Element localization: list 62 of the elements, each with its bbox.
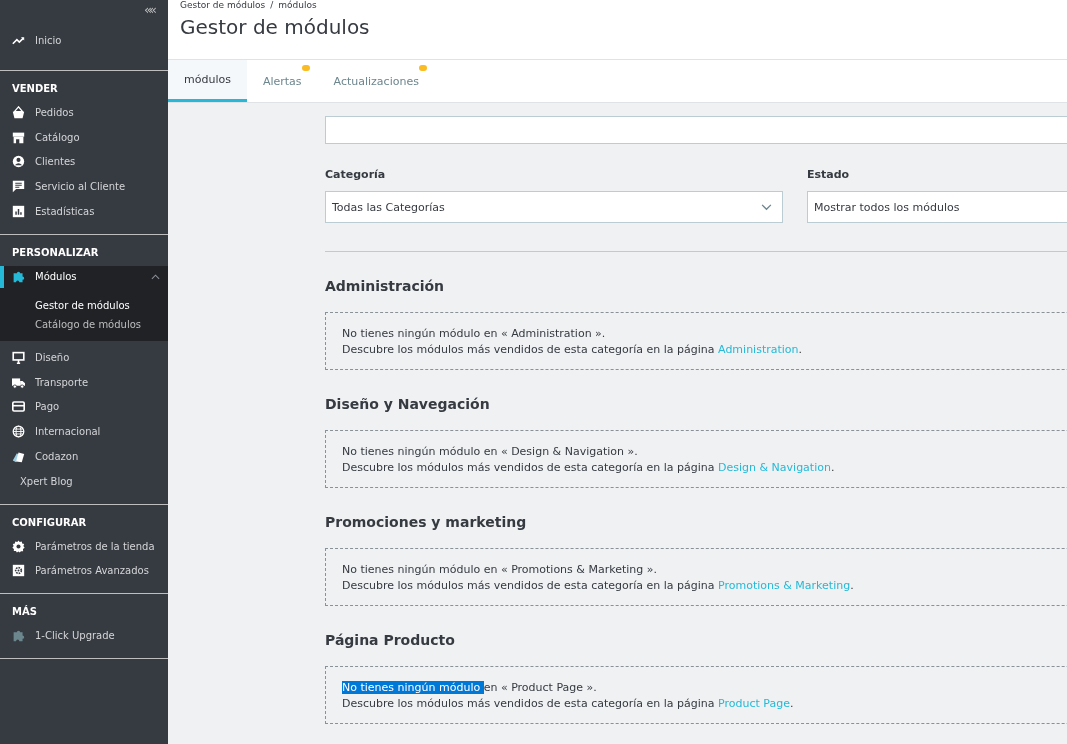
search-field[interactable]: [325, 116, 1067, 144]
submenu-item[interactable]: Catálogo de módulos: [0, 315, 168, 335]
breadcrumb-link[interactable]: Gestor de módulos: [180, 0, 266, 11]
truck-icon: [12, 375, 25, 389]
section-title: Diseño y Navegación: [325, 396, 491, 412]
empty-message: No tienes ningún módulo en « Product Page ».: [342, 681, 598, 694]
sidebar-item[interactable]: Clientes: [0, 149, 168, 175]
sidebar-item[interactable]: Catálogo: [0, 124, 168, 150]
sidebar-item[interactable]: Parámetros de la tienda: [0, 533, 168, 559]
section-title: Promociones y marketing: [325, 514, 528, 530]
tab[interactable]: módulos: [168, 60, 247, 102]
sidebar-heading: PERSONALIZAR: [11, 246, 100, 260]
user-icon: [12, 155, 25, 169]
filter-label: Estado: [807, 168, 851, 181]
sidebar-heading: MÁS: [11, 604, 38, 620]
sidebar-heading: CONFIGURAR: [11, 515, 88, 530]
sidebar-item[interactable]: Parámetros Avanzados: [0, 558, 168, 584]
sidebar-item[interactable]: Servicio al Cliente: [0, 174, 168, 200]
empty-message: No tienes ningún módulo en « Promotions & Marketing ».: [342, 563, 658, 576]
breadcrumb-separator: /: [270, 0, 274, 11]
page-title: Gestor de módulos: [180, 15, 371, 39]
empty-message: No tienes ningún módulo en « Administration ».: [342, 327, 607, 340]
submenu-item[interactable]: Gestor de módulos: [0, 296, 168, 316]
sidebar-item[interactable]: Transporte: [0, 369, 168, 395]
empty-message: No tienes ningún módulo en « Design & Navigation ».: [342, 445, 639, 458]
sidebar-item[interactable]: Módulos: [0, 266, 168, 288]
gear-icon: [12, 564, 25, 578]
sidebar-item[interactable]: Codazon: [0, 444, 168, 469]
section-title: Administración: [325, 278, 446, 294]
discover-text: Descubre los módulos más vendidos de esta categoría en la página Product Page.: [342, 697, 795, 710]
tab[interactable]: Actualizaciones: [317, 60, 435, 102]
select-field[interactable]: Mostrar todos los módulos: [807, 191, 1067, 223]
sidebar-item[interactable]: Pedidos: [0, 100, 168, 125]
sidebar-item[interactable]: Diseño: [0, 345, 168, 370]
tab[interactable]: Alertas: [246, 60, 318, 102]
section-title: Página Producto: [325, 632, 456, 648]
discover-text: Descubre los módulos más vendidos de esta categoría en la página Promotions & Marketing.: [342, 579, 855, 592]
gear-icon: [12, 539, 25, 553]
store-icon: [12, 130, 25, 144]
chevron-icon: [761, 203, 772, 211]
sidebar-item[interactable]: Estadísticas: [0, 199, 168, 224]
globe-icon: [12, 425, 25, 439]
sidebar-item[interactable]: Internacional: [0, 419, 168, 445]
discover-text: Descubre los módulos más vendidos de esta categoría en la página Administration.: [342, 343, 804, 356]
chat-icon: [12, 180, 25, 194]
sidebar-item[interactable]: Xpert Blog: [0, 468, 168, 494]
sidebar-item[interactable]: Pago: [0, 394, 168, 420]
monitor-icon: [12, 350, 25, 364]
select-field[interactable]: Todas las Categorías: [325, 191, 783, 223]
cards-icon: [12, 450, 25, 464]
bar-chart-icon: [12, 205, 25, 219]
collapse-button[interactable]: ««: [144, 2, 154, 16]
credit-card-icon: [12, 400, 25, 414]
sidebar-heading: VENDER: [11, 82, 59, 96]
puzzle-icon: [12, 270, 25, 284]
sidebar-item[interactable]: 1-Click Upgrade: [0, 623, 168, 649]
basket-icon: [12, 105, 25, 119]
sidebar-item[interactable]: Inicio: [0, 20, 168, 60]
filter-label: Categoría: [325, 168, 387, 181]
puzzle-icon: [12, 629, 25, 643]
discover-text: Descubre los módulos más vendidos de esta categoría en la página Design & Navigation.: [342, 461, 836, 474]
breadcrumb-link[interactable]: módulos: [278, 0, 317, 11]
